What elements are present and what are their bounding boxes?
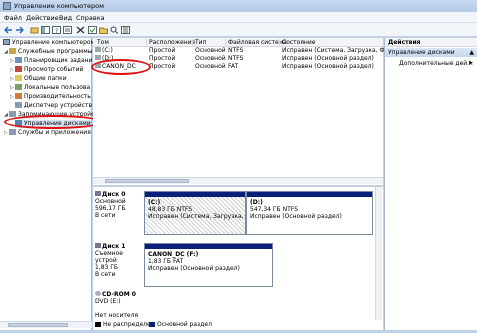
help-icon[interactable]: ?: [52, 26, 61, 34]
volume-layout: Простой: [149, 47, 176, 54]
volume-layout: Простой: [149, 55, 176, 62]
disk-icon: [95, 243, 101, 248]
partition-canon-dc[interactable]: CANON_DC (F:) 1,83 ГБ FAT Исправен (Осно…: [144, 243, 273, 287]
volume-type: Основной: [195, 55, 226, 62]
services-icon: [9, 129, 16, 135]
partition-d[interactable]: (D:) 547,34 ГБ NTFS Исправен (Основной р…: [246, 191, 373, 235]
volume-filesystem: NTFS: [228, 55, 244, 62]
up-folder-icon[interactable]: [30, 26, 39, 34]
menu-help[interactable]: Справка: [76, 14, 105, 22]
cdrom-0-label[interactable]: CD-ROM 0 DVD (E:) Нет носителя: [95, 291, 141, 319]
legend-primary-swatch: [149, 322, 155, 327]
tree-root[interactable]: Управление компьютером (л: [3, 39, 103, 47]
volume-type: Основной: [195, 47, 226, 54]
tree-item-performance[interactable]: ▷ Производительность: [10, 93, 91, 101]
performance-icon: [15, 93, 22, 99]
legend-unallocated-swatch: [95, 322, 101, 327]
disk-icon: [95, 191, 101, 196]
collapse-icon[interactable]: ▲: [469, 49, 474, 56]
tree-horizontal-scrollbar[interactable]: [0, 321, 92, 328]
computer-management-window: Управление компьютером Файл Действие Вид…: [0, 0, 477, 333]
clock-icon: [15, 57, 22, 63]
legend-unallocated-label: Не распределен: [103, 321, 155, 328]
legend: Не распределен Основной раздел: [93, 321, 383, 329]
annotation-ellipse-disk-management: [4, 115, 102, 129]
volume-name: (C:): [95, 47, 113, 55]
annotation-ellipse-canon-dc: [91, 59, 151, 75]
view-list-icon[interactable]: [121, 26, 130, 34]
device-manager-icon: [15, 102, 22, 108]
title-bar: Управление компьютером: [0, 0, 477, 12]
tree-item-system-tools[interactable]: ◢ Служебные программы: [4, 48, 92, 56]
legend-primary-label: Основной раздел: [157, 321, 212, 328]
volume-horizontal-scrollbar[interactable]: [93, 177, 383, 184]
disk-0-label[interactable]: Диск 0 Основной 596,17 ГБ В сети: [95, 191, 141, 219]
drive-icon: [95, 47, 101, 52]
tree-item-services-apps[interactable]: ▷ Службы и приложения: [4, 129, 91, 137]
back-icon[interactable]: [4, 26, 13, 34]
volume-status: Исправен (Основной раздел): [282, 63, 374, 70]
check-icon[interactable]: [88, 26, 97, 34]
tree-item-local-users[interactable]: ▷ Локальные пользова: [10, 84, 90, 92]
delete-icon[interactable]: [76, 26, 85, 34]
disk-graphical-view: Диск 0 Основной 596,17 ГБ В сети (C:) 48…: [93, 185, 383, 330]
disk-1-label[interactable]: Диск 1 Съемное устрой 1,83 ГБ В сети: [95, 243, 141, 278]
app-icon: [3, 2, 11, 10]
col-type[interactable]: Тип: [192, 39, 207, 47]
volume-status: Исправен (Основной раздел): [282, 55, 374, 62]
actions-disk-management[interactable]: Управление дисками ▲: [385, 48, 477, 57]
window-title: Управление компьютером: [14, 2, 104, 10]
properties-icon[interactable]: [63, 26, 72, 34]
volume-type: Основной: [195, 63, 226, 70]
partition-c[interactable]: (C:) 48,83 ГБ NTFS Исправен (Система, За…: [144, 191, 258, 235]
event-log-icon: [15, 66, 22, 72]
svg-text:?: ?: [55, 28, 58, 34]
console-tree: Управление компьютером (л ◢ Служебные про…: [0, 38, 103, 330]
drive-icon: [95, 55, 101, 60]
volume-layout: Простой: [149, 63, 176, 70]
storage-icon: [9, 111, 16, 117]
open-folder-icon[interactable]: [99, 26, 108, 34]
tree-item-device-manager[interactable]: Диспетчер устройств: [15, 102, 92, 110]
toolbar: ?: [0, 23, 477, 37]
folder-icon: [15, 75, 22, 81]
actions-pane: Действия Управление дисками ▲ Дополнител…: [384, 38, 477, 330]
col-layout[interactable]: Расположение: [146, 39, 195, 47]
col-filesystem[interactable]: Файловая система: [225, 39, 287, 47]
table-row[interactable]: (C:) Простой Основной NTFS Исправен (Сис…: [93, 47, 404, 55]
forward-icon[interactable]: [15, 26, 24, 34]
actions-header: Действия: [385, 38, 477, 47]
volume-filesystem: FAT: [228, 63, 239, 70]
menu-action[interactable]: Действие: [26, 14, 59, 22]
tree-item-task-scheduler[interactable]: ▷ Планировщик задани: [10, 57, 92, 65]
tools-icon: [9, 48, 16, 54]
computer-icon: [3, 39, 10, 45]
tree-item-event-viewer[interactable]: ▷ Просмотр событий: [10, 66, 83, 74]
scrollbar-thumb[interactable]: [8, 323, 68, 327]
console-tree-icon[interactable]: [41, 26, 50, 34]
tree-item-shared-folders[interactable]: ▷ Общие папки: [10, 75, 67, 83]
volume-filesystem: NTFS: [228, 47, 244, 54]
cdrom-icon: [95, 291, 101, 296]
volume-table-header: Том Расположение Тип Файловая система Со…: [93, 38, 383, 47]
disk-view-vertical-scrollbar[interactable]: [375, 187, 382, 320]
col-volume[interactable]: Том: [95, 39, 109, 47]
more-actions-item[interactable]: Дополнительные дей...: [399, 60, 473, 67]
menu-file[interactable]: Файл: [4, 14, 22, 22]
disk-management-pane: Том Расположение Тип Файловая система Со…: [91, 38, 404, 330]
scrollbar-thumb[interactable]: [105, 179, 189, 183]
menu-view[interactable]: Вид: [59, 14, 72, 22]
more-actions-arrow-icon[interactable]: ▶: [469, 60, 473, 66]
search-icon[interactable]: [110, 26, 119, 34]
menu-bar: Файл Действие Вид Справка: [0, 12, 477, 23]
col-status[interactable]: Состояние: [279, 39, 315, 47]
users-icon: [15, 84, 22, 90]
